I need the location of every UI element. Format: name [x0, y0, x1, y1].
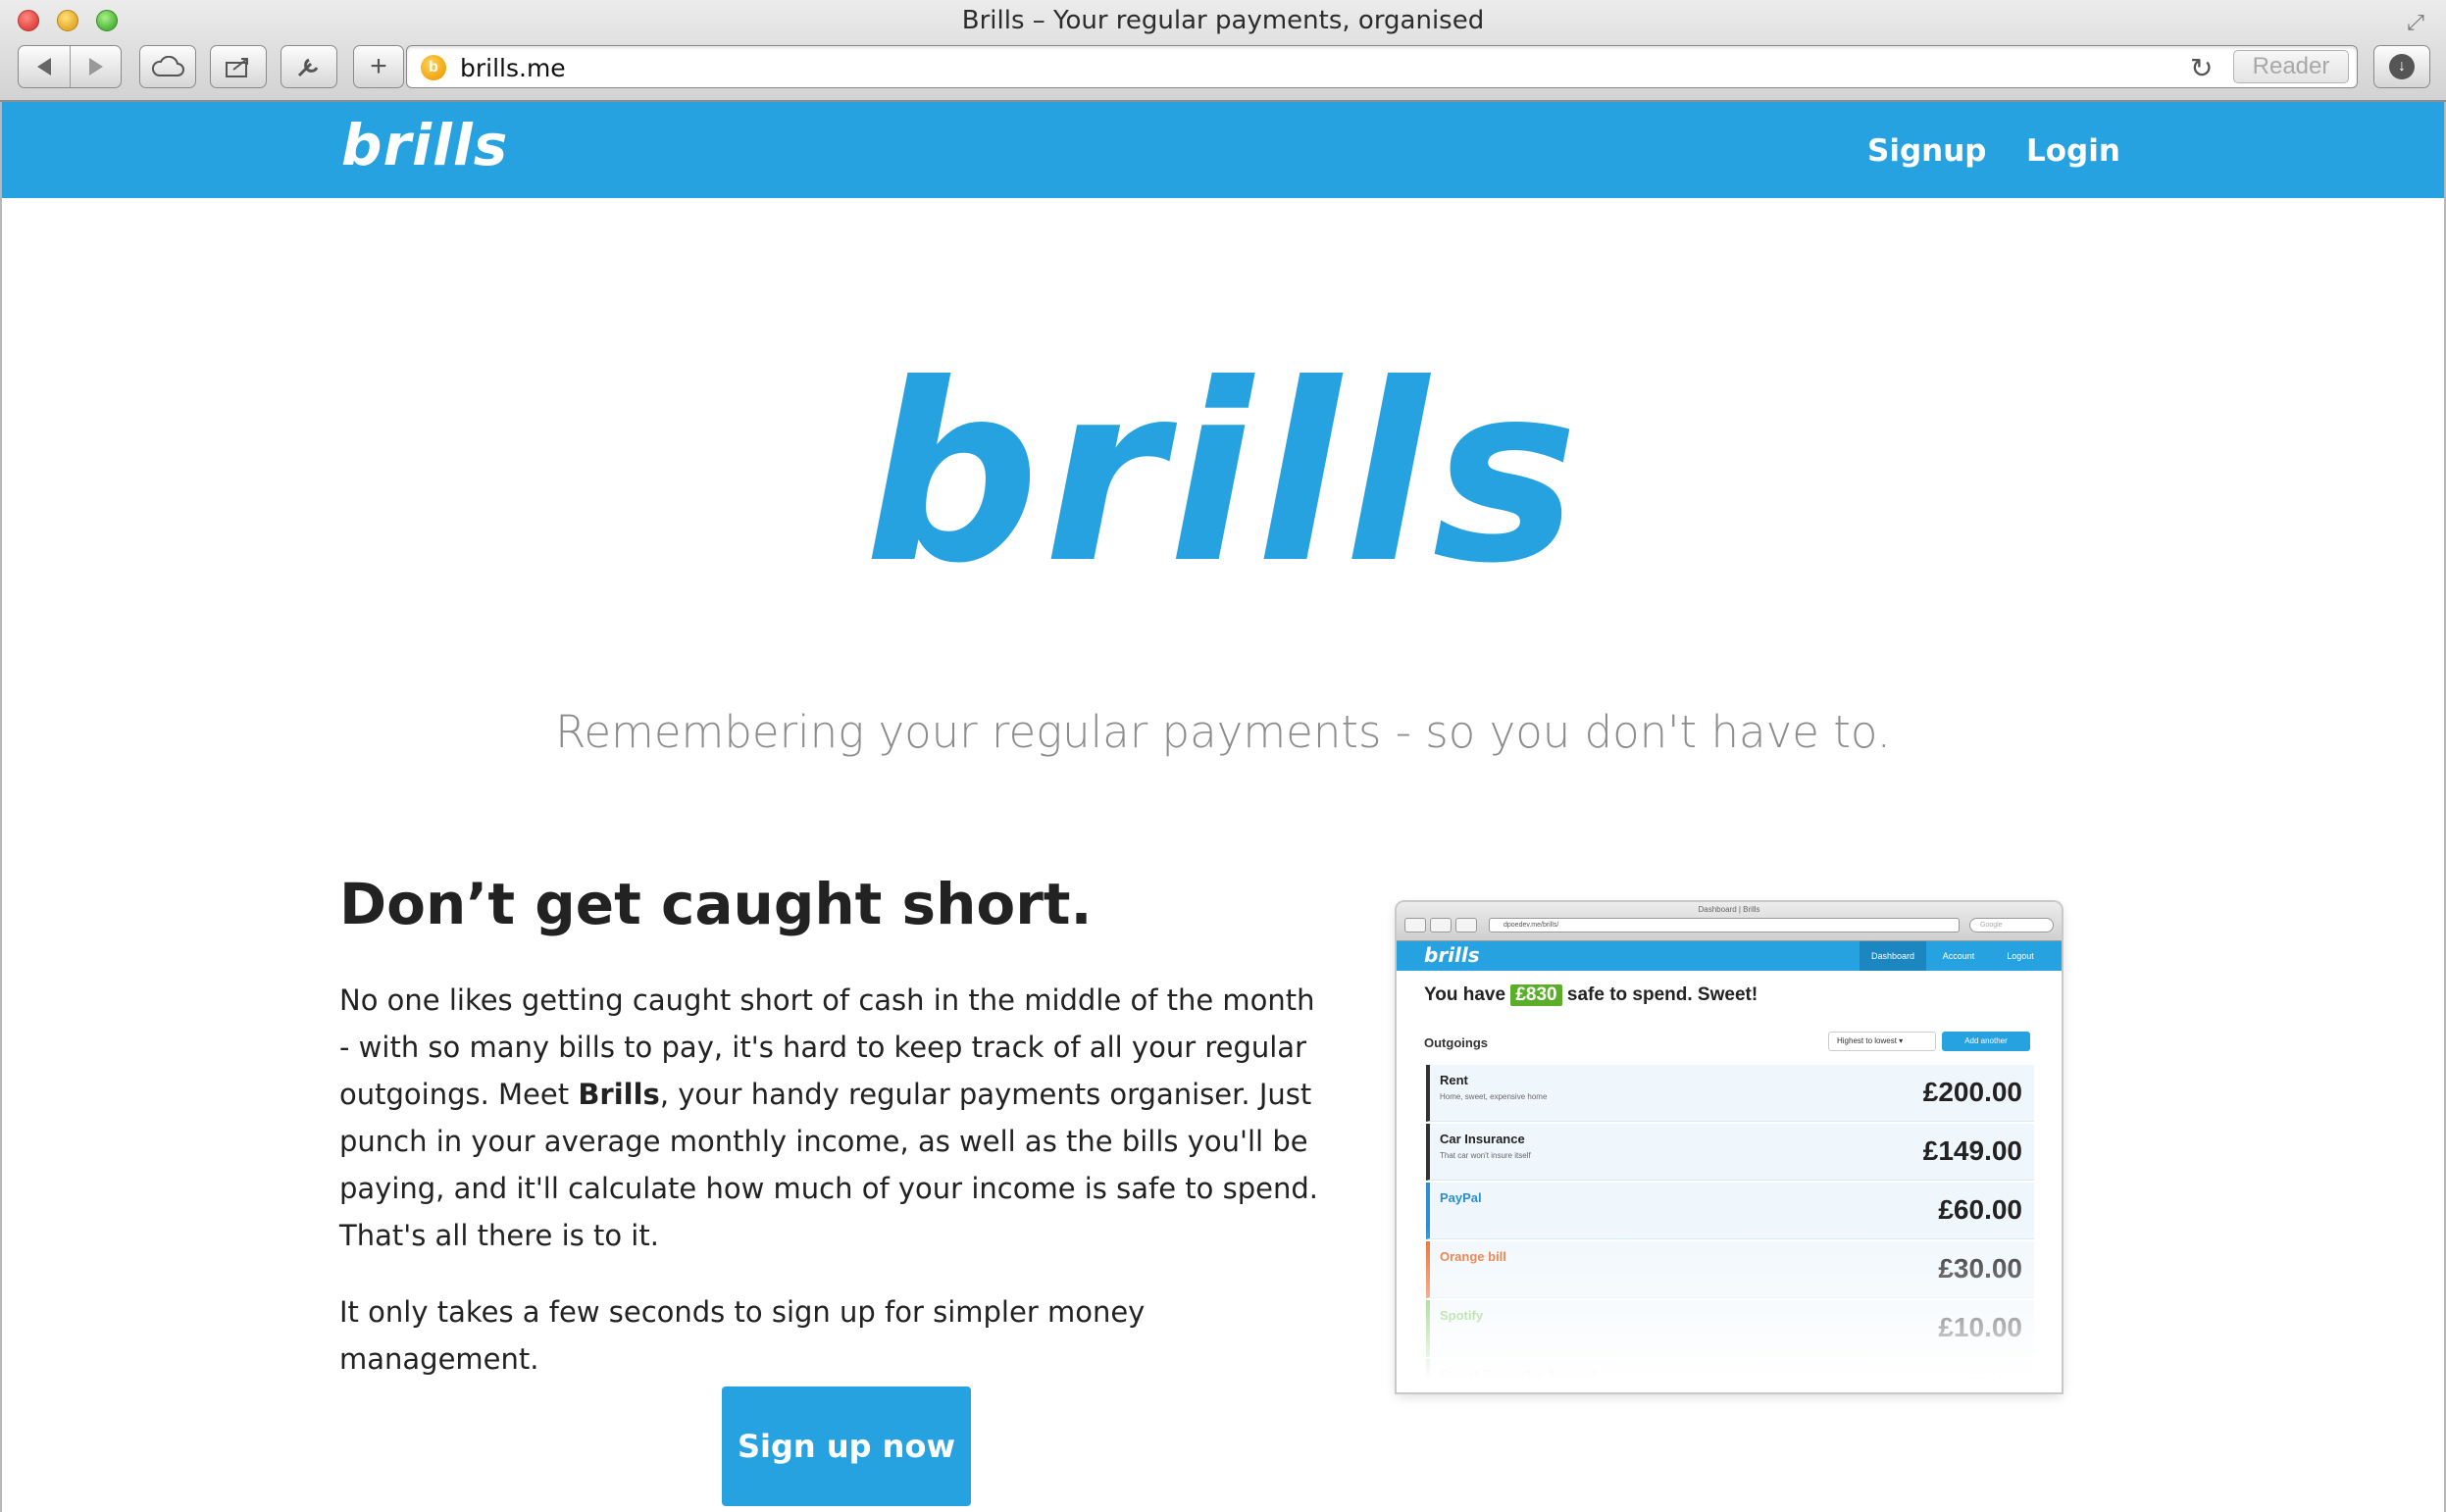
- brand-name-bold: Brills: [578, 1078, 660, 1111]
- back-forward-control: [18, 45, 122, 88]
- plus-icon: +: [370, 50, 387, 82]
- preview-outgoing-name: PayPal: [1440, 1190, 1482, 1205]
- nav-login-link[interactable]: Login: [2026, 133, 2120, 169]
- signup-paragraph: It only takes a few seconds to sign up f…: [339, 1295, 1146, 1376]
- downloads-button[interactable]: ↓: [2373, 45, 2430, 88]
- preview-safe-prefix: You have: [1424, 984, 1506, 1005]
- preview-outgoings-label: Outgoings: [1424, 1035, 1488, 1050]
- address-bar[interactable]: b brills.me ↻ Reader: [406, 45, 2358, 88]
- add-bookmark-button[interactable]: +: [353, 45, 404, 88]
- header-logo[interactable]: brills: [341, 112, 508, 178]
- back-arrow-icon: [37, 58, 51, 76]
- preview-add-another-button: Add another: [1942, 1032, 2030, 1051]
- preview-logo: brills: [1424, 943, 1480, 967]
- sign-up-now-button[interactable]: Sign up now: [722, 1386, 971, 1506]
- cloud-icon: [151, 56, 184, 76]
- section-headline: Don’t get caught short.: [339, 871, 1093, 937]
- preview-sort-label: Highest to lowest: [1837, 1036, 1897, 1045]
- back-button[interactable]: [19, 46, 70, 87]
- window-title: Brills – Your regular payments, organise…: [961, 6, 1485, 35]
- forward-arrow-icon: [88, 58, 103, 76]
- preview-window-title: Dashboard | Brills: [1698, 905, 1760, 914]
- preview-tab-dashboard: Dashboard: [1860, 941, 1926, 971]
- preview-outgoing-amount: £149.00: [1922, 1135, 2022, 1166]
- app-screenshot-preview: Dashboard | Brills dpoedev.me/brills/ Go…: [1397, 902, 2062, 1392]
- nav-signup-link[interactable]: Signup: [1867, 133, 1986, 169]
- preview-outgoing-row: Car Insurance That car won't insure itsel…: [1426, 1124, 2034, 1181]
- preview-outgoing-description: Home, sweet, expensive home: [1440, 1092, 1548, 1101]
- window-left-border: [0, 102, 2, 1512]
- hero-logo: brills: [863, 331, 1583, 617]
- preview-fade-overlay: [1397, 1226, 2062, 1392]
- preview-safe-amount: £830: [1510, 984, 1562, 1006]
- preview-outgoing-row: Rent Home, sweet, expensive home £200.00: [1426, 1065, 2034, 1122]
- preview-safe-suffix: safe to spend. Sweet!: [1566, 984, 1758, 1005]
- preview-search-field: Google: [1969, 918, 2054, 932]
- site-favicon-icon: b: [421, 55, 446, 80]
- forward-button[interactable]: [70, 46, 121, 87]
- icloud-tabs-button[interactable]: [139, 45, 196, 88]
- preview-address-bar: dpoedev.me/brills/: [1489, 918, 1960, 932]
- intro-paragraph: No one likes getting caught short of cas…: [339, 977, 1320, 1259]
- download-arrow-icon: ↓: [2389, 54, 2415, 79]
- preview-safe-to-spend: You have £830 safe to spend. Sweet!: [1424, 984, 1758, 1006]
- preview-reload-icon: [1430, 918, 1452, 932]
- preview-tab-account: Account: [1942, 951, 1975, 961]
- wrench-icon: [297, 58, 319, 77]
- preview-tab-logout: Logout: [2007, 951, 2034, 961]
- preview-browser-chrome: Dashboard | Brills dpoedev.me/brills/ Go…: [1397, 902, 2062, 941]
- preview-outgoing-name: Rent: [1440, 1073, 1468, 1087]
- fullscreen-icon[interactable]: ⤢: [2403, 10, 2428, 35]
- preview-sort-select: Highest to lowest ▾: [1828, 1032, 1936, 1051]
- reader-button[interactable]: Reader: [2233, 50, 2349, 83]
- preview-outgoing-amount: £60.00: [1938, 1194, 2022, 1225]
- share-button[interactable]: [210, 45, 267, 88]
- preview-back-icon: [1404, 918, 1426, 932]
- hero-tagline: Remembering your regular payments - so y…: [555, 706, 1891, 758]
- preview-outgoing-description: That car won't insure itself: [1440, 1151, 1531, 1160]
- site-header: brills Signup Login: [2, 102, 2444, 198]
- url-text[interactable]: brills.me: [460, 54, 566, 82]
- preview-outgoing-name: Car Insurance: [1440, 1132, 1525, 1146]
- reload-icon[interactable]: ↻: [2190, 52, 2213, 84]
- preview-site-header: brills Dashboard Account Logout: [1397, 941, 2062, 971]
- share-icon: [226, 58, 248, 77]
- preview-add-icon: [1455, 918, 1477, 932]
- browser-toolbar: Brills – Your regular payments, organise…: [0, 0, 2446, 102]
- tools-button[interactable]: [280, 45, 337, 88]
- preview-outgoing-amount: £200.00: [1922, 1077, 2022, 1107]
